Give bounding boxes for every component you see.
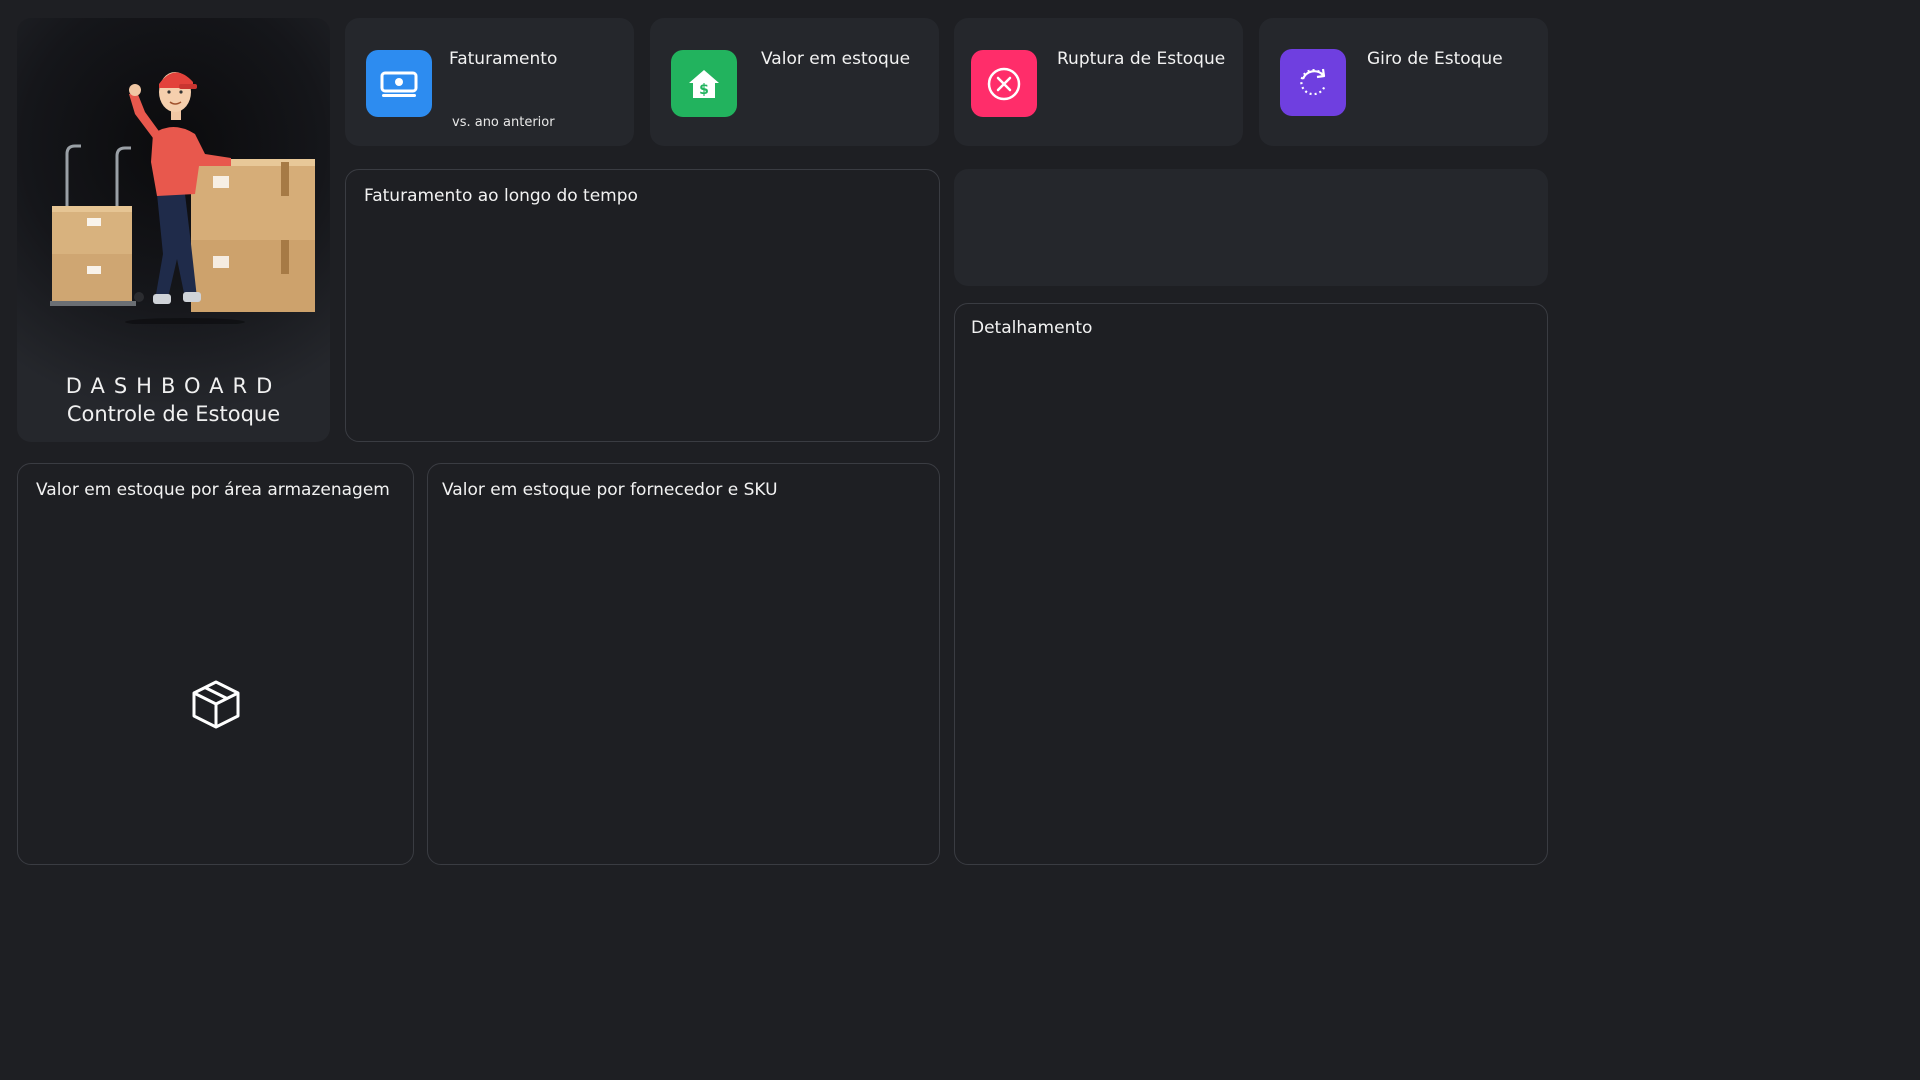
svg-text:$: $ <box>699 82 709 98</box>
panel-title: Valor em estoque por fornecedor e SKU <box>442 480 778 500</box>
box-icon <box>190 679 242 733</box>
kpi-label: Valor em estoque <box>761 49 911 69</box>
detail-panel: Detalhamento <box>954 303 1548 865</box>
panel-title: Faturamento ao longo do tempo <box>364 186 638 206</box>
dashboard-page: DASHBOARD Controle de Estoque Faturament… <box>0 0 1568 882</box>
kpi-comparison-label: vs. ano anterior <box>452 115 555 130</box>
stock-by-supplier-panel: Valor em estoque por fornecedor e SKU <box>427 463 940 865</box>
kpi-label: Ruptura de Estoque <box>1057 49 1226 69</box>
dashboard-title: DASHBOARD <box>65 374 282 398</box>
kpi-card-ruptura[interactable]: Ruptura de Estoque <box>954 18 1243 146</box>
house-dollar-icon: $ <box>671 50 737 117</box>
hero-card: DASHBOARD Controle de Estoque <box>17 18 330 442</box>
close-circle-icon <box>971 50 1037 117</box>
kpi-label: Faturamento <box>449 49 558 69</box>
refresh-icon <box>1280 49 1346 116</box>
kpi-card-giro[interactable]: Giro de Estoque <box>1259 18 1548 146</box>
kpi-card-valor-estoque[interactable]: $ Valor em estoque <box>650 18 939 146</box>
panel-title: Valor em estoque por área armazenagem <box>36 480 390 500</box>
kpi-label: Giro de Estoque <box>1367 49 1503 69</box>
panel-title: Detalhamento <box>971 318 1093 338</box>
stock-by-area-panel: Valor em estoque por área armazenagem <box>17 463 414 865</box>
dashboard-subtitle: Controle de Estoque <box>66 402 281 426</box>
revenue-over-time-panel: Faturamento ao longo do tempo <box>345 169 940 442</box>
delivery-man-illustration <box>50 72 315 324</box>
money-icon <box>366 50 432 117</box>
kpi-card-faturamento[interactable]: Faturamento vs. ano anterior <box>345 18 634 146</box>
filter-card <box>954 169 1548 286</box>
